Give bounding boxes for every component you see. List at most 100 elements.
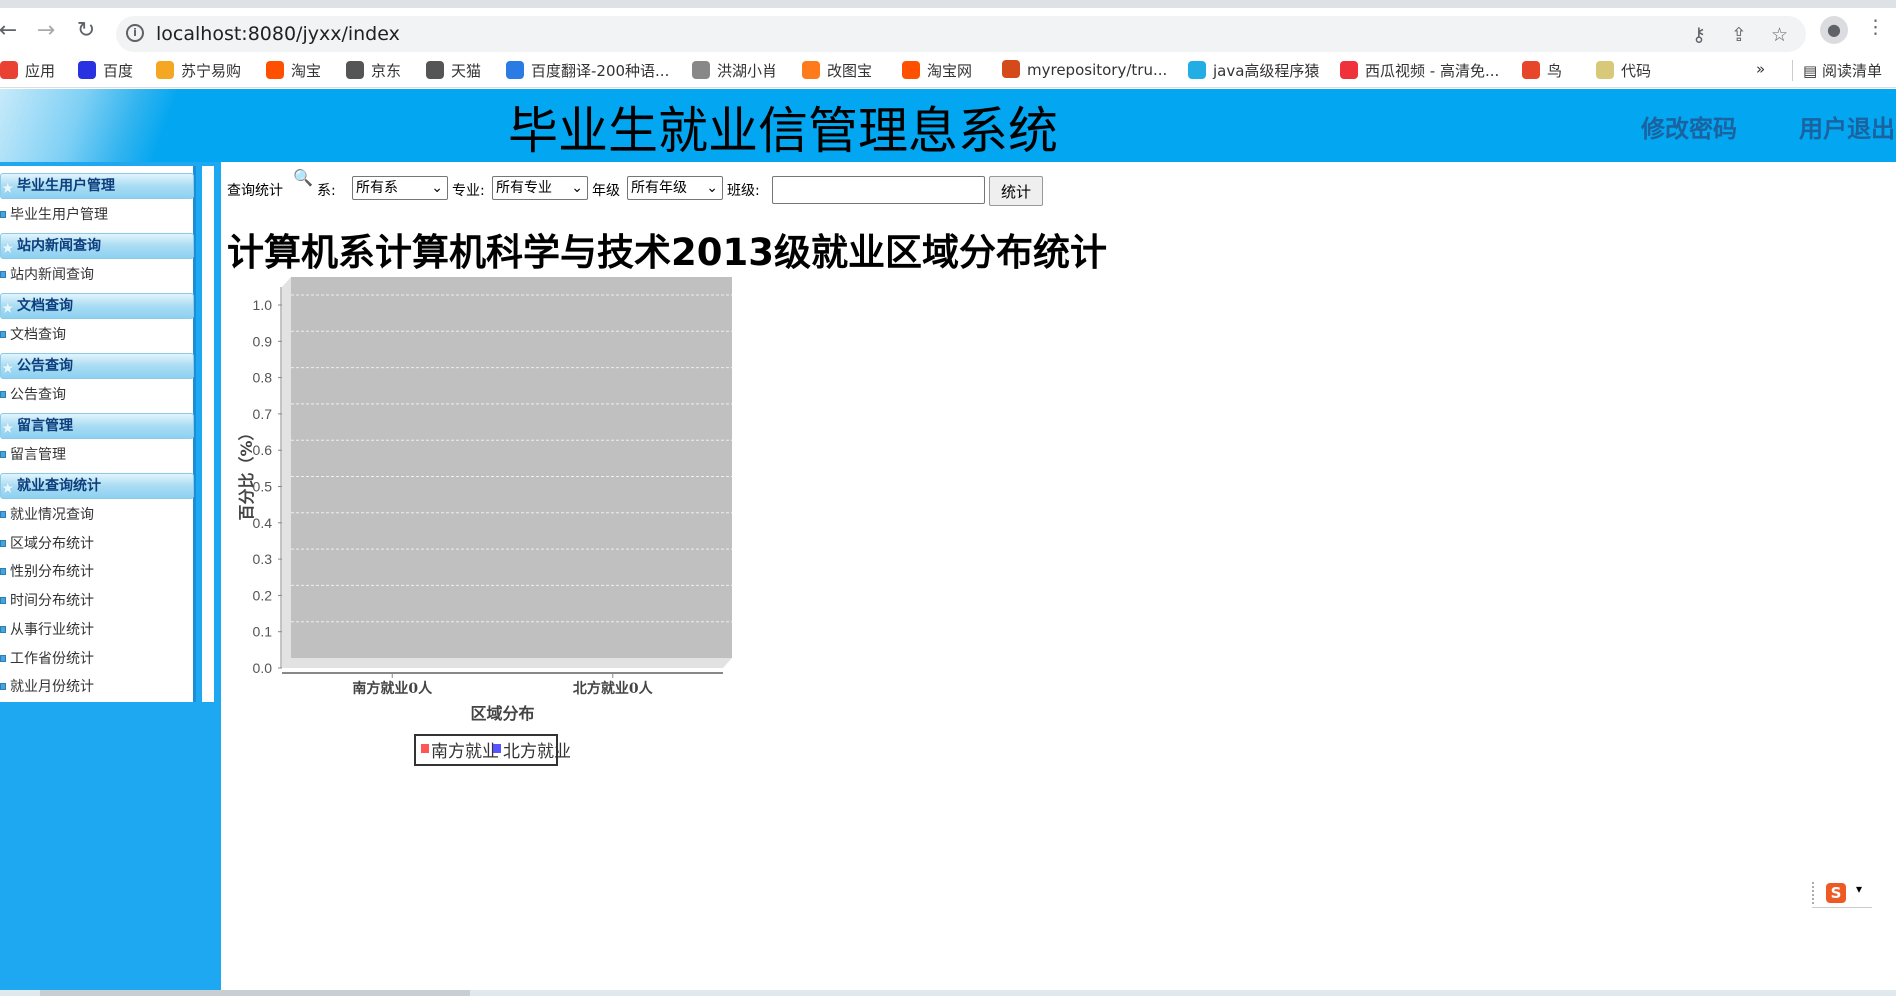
- reading-list-label: 阅读清单: [1821, 62, 1882, 80]
- sidebar-group-title: 留言管理: [17, 418, 73, 434]
- bookmarks-more-button[interactable]: »: [1756, 60, 1765, 78]
- bookmark-favicon-icon: [266, 61, 284, 79]
- bookmark-item[interactable]: 洪湖小肖: [692, 60, 777, 81]
- bookmark-label: 天猫: [451, 62, 482, 80]
- bullet-icon: [0, 597, 6, 605]
- bookmark-item[interactable]: java高级程序猿: [1188, 60, 1319, 81]
- bookmark-item[interactable]: 代码: [1596, 60, 1651, 81]
- bullet-icon: [0, 625, 6, 633]
- bookmark-favicon-icon: [1340, 61, 1358, 79]
- sidebar-item[interactable]: 留言管理: [0, 443, 66, 467]
- sidebar-item[interactable]: 时间分布统计: [0, 589, 94, 613]
- profile-avatar-icon[interactable]: ●: [1820, 16, 1848, 44]
- bookmark-favicon-icon: [426, 61, 444, 79]
- sidebar-item-label: 区域分布统计: [10, 535, 94, 552]
- sidebar-group-title: 公告查询: [17, 358, 73, 374]
- bullet-icon: [0, 654, 6, 662]
- forward-icon[interactable]: →: [32, 18, 60, 43]
- query-label: 查询统计: [227, 183, 283, 199]
- class-input[interactable]: [772, 176, 985, 204]
- sidebar-group-title: 毕业生用户管理: [17, 178, 115, 194]
- bookmark-label: myrepository/tru...: [1027, 61, 1168, 79]
- back-icon[interactable]: ←: [0, 18, 22, 43]
- ime-toolbar[interactable]: S ▾: [1812, 882, 1872, 908]
- grade-select[interactable]: 所有年级 ⌄: [627, 176, 723, 200]
- major-label: 专业:: [452, 183, 485, 199]
- sidebar-item[interactable]: 性别分布统计: [0, 560, 94, 584]
- bookmark-item[interactable]: 应用: [0, 60, 55, 81]
- logout-link[interactable]: 用户退出: [1799, 109, 1895, 144]
- sidebar-group-header[interactable]: ★ 留言管理: [0, 413, 194, 439]
- sidebar-item-label: 时间分布统计: [10, 593, 94, 610]
- bookmark-item[interactable]: 淘宝: [266, 60, 321, 81]
- bookmark-item[interactable]: 鸟: [1522, 60, 1562, 81]
- sidebar-item[interactable]: 区域分布统计: [0, 532, 94, 556]
- key-icon[interactable]: ⚷: [1692, 24, 1706, 46]
- legend-label: 南方就业: [431, 742, 499, 762]
- info-icon[interactable]: i: [126, 24, 144, 42]
- sidebar-item[interactable]: 毕业生用户管理: [0, 203, 108, 227]
- y-tick-label: 0.0: [253, 660, 273, 676]
- bookmark-favicon-icon: [902, 61, 920, 79]
- bookmark-favicon-icon: [346, 61, 364, 79]
- bookmark-item[interactable]: 西瓜视频 - 高清免...: [1340, 60, 1499, 81]
- y-tick-label: 0.8: [253, 370, 273, 386]
- bookmark-favicon-icon: [1002, 60, 1020, 78]
- sidebar-item[interactable]: 公告查询: [0, 383, 66, 407]
- star-icon: ★: [1, 479, 15, 497]
- share-icon[interactable]: ⇪: [1731, 24, 1747, 46]
- change-password-link[interactable]: 修改密码: [1641, 109, 1737, 144]
- bookmark-favicon-icon: [1188, 61, 1206, 79]
- sidebar: ★ 毕业生用户管理 毕业生用户管理 ★ 站内新闻查询 站内新闻查询 ★ 文档查询 文档查询 ★ 公告…: [0, 166, 196, 702]
- sidebar-item[interactable]: 站内新闻查询: [0, 263, 94, 287]
- major-select[interactable]: 所有专业 ⌄: [492, 176, 588, 200]
- bookmark-item[interactable]: 百度: [78, 60, 133, 81]
- bookmark-item[interactable]: 京东: [346, 60, 401, 81]
- menu-kebab-icon[interactable]: ⋮: [1866, 16, 1885, 38]
- legend-swatch: [421, 744, 429, 753]
- sidebar-item[interactable]: 从事行业统计: [0, 618, 94, 642]
- bullet-icon: [0, 271, 6, 278]
- reload-icon[interactable]: ↻: [72, 18, 100, 43]
- sogou-ime-icon[interactable]: S: [1826, 883, 1846, 903]
- bookmark-item[interactable]: 淘宝网: [902, 60, 972, 81]
- bookmark-item[interactable]: myrepository/tru...: [1002, 60, 1167, 79]
- bookmark-label: 京东: [371, 62, 402, 80]
- bookmark-item[interactable]: 百度翻译-200种语...: [506, 60, 669, 81]
- url-bar[interactable]: i localhost:8080/jyxx/index ⚷ ⇪ ☆: [116, 16, 1806, 52]
- sidebar-item[interactable]: 工作省份统计: [0, 647, 94, 671]
- bookmark-item[interactable]: 苏宁易购: [156, 60, 241, 81]
- sidebar-item[interactable]: 就业情况查询: [0, 503, 94, 527]
- bookmark-label: 应用: [25, 62, 56, 80]
- sidebar-item-label: 工作省份统计: [10, 650, 94, 667]
- bookmark-favicon-icon: [1522, 61, 1540, 79]
- ime-menu-icon[interactable]: ▾: [1856, 882, 1862, 896]
- scrollbar-thumb[interactable]: [40, 990, 470, 996]
- sidebar-group-header[interactable]: ★ 站内新闻查询: [0, 233, 194, 259]
- sidebar-group-header[interactable]: ★ 文档查询: [0, 293, 194, 319]
- page-title: 计算机系计算机科学与技术2013级就业区域分布统计: [227, 231, 1107, 274]
- sidebar-item-label: 性别分布统计: [10, 564, 94, 581]
- y-tick-label: 0.1: [253, 624, 273, 640]
- sidebar-item[interactable]: 就业月份统计: [0, 675, 94, 699]
- statistics-button[interactable]: 统计: [989, 176, 1043, 206]
- star-icon[interactable]: ☆: [1771, 24, 1788, 46]
- sidebar-item[interactable]: 文档查询: [0, 323, 66, 347]
- bookmark-item[interactable]: 改图宝: [802, 60, 872, 81]
- sidebar-item-label: 就业情况查询: [10, 507, 94, 523]
- bookmark-item[interactable]: 天猫: [426, 60, 481, 81]
- sidebar-item-label: 就业月份统计: [10, 679, 94, 696]
- sidebar-item-label: 留言管理: [10, 447, 66, 463]
- grade-select-value: 所有年级: [631, 180, 687, 196]
- plot-back-wall: [291, 277, 732, 658]
- sidebar-group-header[interactable]: ★ 公告查询: [0, 353, 194, 379]
- drag-handle[interactable]: [1812, 882, 1816, 904]
- dept-select[interactable]: 所有系 ⌄: [352, 176, 448, 200]
- grade-label: 年级: [592, 183, 620, 199]
- sidebar-group-header[interactable]: ★ 毕业生用户管理: [0, 173, 194, 199]
- url-text[interactable]: localhost:8080/jyxx/index: [156, 23, 400, 45]
- reading-list-button[interactable]: ▤ 阅读清单: [1792, 60, 1882, 81]
- sidebar-item-label: 毕业生用户管理: [10, 207, 108, 223]
- y-axis-title: 百分比（%）: [237, 424, 256, 520]
- sidebar-group-header[interactable]: ★ 就业查询统计: [0, 473, 194, 499]
